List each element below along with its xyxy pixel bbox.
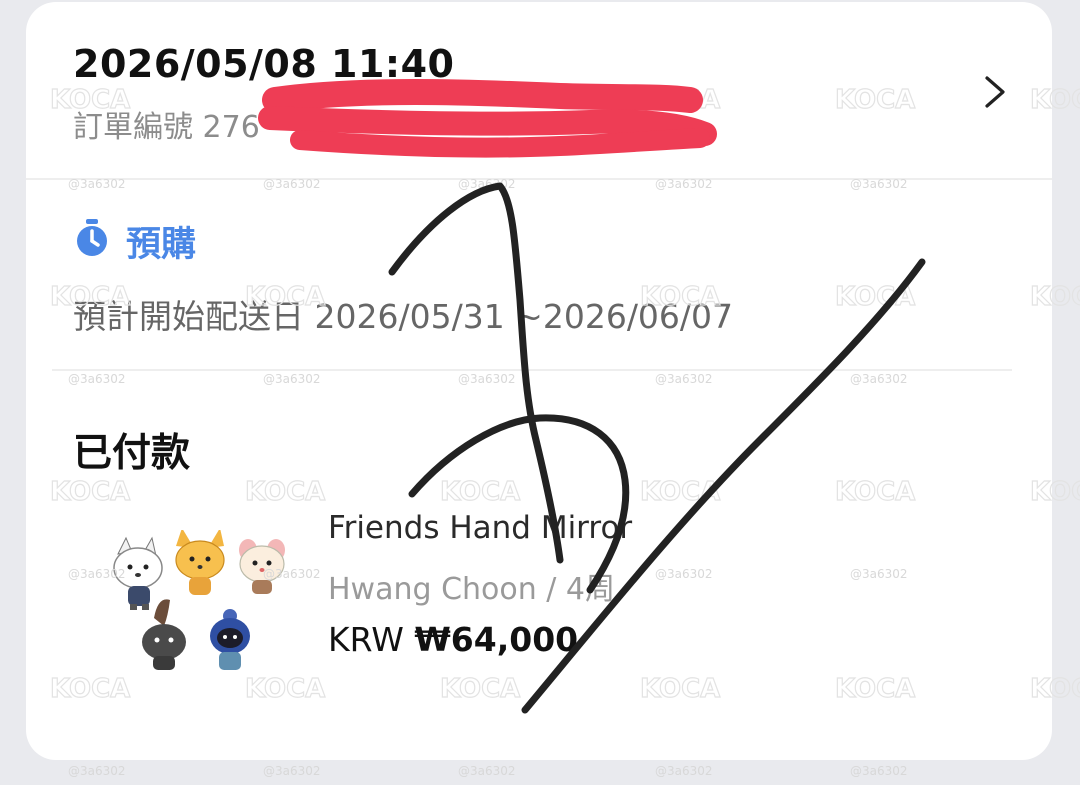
order-datetime: 2026/05/08 11:40	[73, 42, 455, 86]
svg-text:@3a6302: @3a6302	[655, 764, 713, 778]
section-divider	[52, 369, 1012, 371]
preorder-label: 預購	[126, 225, 197, 265]
product-price: KRW ₩64,000	[328, 620, 578, 659]
order-card[interactable]: 2026/05/08 11:40 訂單編號 276 預購 預計開始配送日 202…	[26, 2, 1052, 760]
product-variant: Hwang Choon / 4周	[328, 572, 616, 607]
svg-text:@3a6302: @3a6302	[850, 764, 908, 778]
price-amount: ₩64,000	[414, 620, 579, 659]
product-thumbnail[interactable]	[98, 530, 294, 680]
svg-text:@3a6302: @3a6302	[263, 764, 321, 778]
price-currency: KRW	[328, 620, 404, 659]
order-number: 訂單編號 276	[73, 110, 260, 145]
svg-text:@3a6302: @3a6302	[68, 764, 126, 778]
payment-status: 已付款	[73, 431, 191, 476]
product-name[interactable]: Friends Hand Mirror	[328, 510, 632, 546]
stopwatch-icon	[77, 219, 107, 256]
shipping-date-range: 預計開始配送日 2026/05/31 ~2026/06/07	[73, 297, 734, 336]
chevron-right-icon[interactable]	[981, 72, 1011, 112]
svg-text:@3a6302: @3a6302	[458, 764, 516, 778]
section-divider	[26, 178, 1052, 180]
